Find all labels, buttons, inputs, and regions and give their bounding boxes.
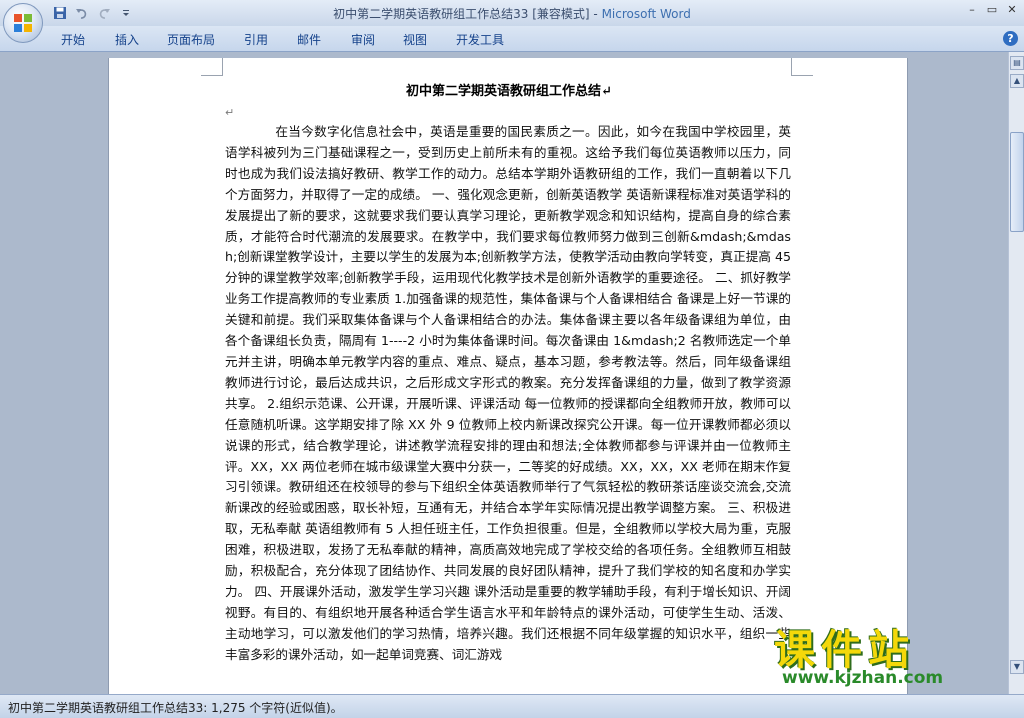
margin-corner-left (201, 58, 223, 76)
window-title: 初中第二学期英语教研组工作总结33 [兼容模式] - Microsoft Wor… (0, 5, 1024, 22)
tab-insert[interactable]: 插入 (115, 31, 139, 48)
office-logo-icon (14, 14, 32, 32)
scroll-thumb[interactable] (1010, 132, 1024, 232)
watermark-url: www.kjzhan.com (782, 668, 944, 688)
tab-page-layout[interactable]: 页面布局 (167, 31, 215, 48)
tab-home[interactable]: 开始 (61, 31, 85, 48)
window-controls: – ▭ ✕ (966, 2, 1018, 16)
tab-references[interactable]: 引用 (244, 31, 268, 48)
watermark: 课件站 www.kjzhan.com (774, 616, 1024, 694)
document-name: 初中第二学期英语教研组工作总结33 [兼容模式] - (333, 7, 602, 21)
help-icon[interactable]: ? (1003, 31, 1018, 46)
document-workspace: 初中第二学期英语教研组工作总结↵ ↵ 在当今数字化信息社会中，英语是重要的国民素… (0, 52, 1008, 694)
tab-view[interactable]: 视图 (403, 31, 427, 48)
tab-developer[interactable]: 开发工具 (456, 31, 504, 48)
tab-mailings[interactable]: 邮件 (297, 31, 321, 48)
close-button[interactable]: ✕ (1006, 2, 1018, 16)
tab-review[interactable]: 审阅 (351, 31, 375, 48)
word-count-status[interactable]: 初中第二学期英语教研组工作总结33: 1,275 个字符(近似值)。 (8, 699, 343, 716)
app-name: Microsoft Word (601, 7, 691, 21)
title-bar: 初中第二学期英语教研组工作总结33 [兼容模式] - Microsoft Wor… (0, 0, 1024, 26)
ribbon-tabs: 开始 插入 页面布局 引用 邮件 审阅 视图 开发工具 ? (0, 26, 1024, 52)
minimize-button[interactable]: – (966, 2, 978, 16)
scroll-up-icon[interactable]: ▲ (1010, 74, 1024, 88)
document-title: 初中第二学期英语教研组工作总结↵ (406, 84, 612, 99)
restore-button[interactable]: ▭ (986, 2, 998, 16)
document-body[interactable]: 在当今数字化信息社会中，英语是重要的国民素质之一。因此，如今在我国中学校园里，英… (225, 122, 791, 666)
vertical-scrollbar[interactable]: ▤ ▲ ▼ (1008, 52, 1024, 694)
watermark-title: 课件站 (774, 626, 915, 674)
office-button[interactable] (3, 3, 43, 43)
status-bar: 初中第二学期英语教研组工作总结33: 1,275 个字符(近似值)。 (0, 694, 1024, 718)
ruler-toggle-icon[interactable]: ▤ (1010, 56, 1024, 70)
document-page[interactable]: 初中第二学期英语教研组工作总结↵ ↵ 在当今数字化信息社会中，英语是重要的国民素… (108, 58, 908, 694)
margin-corner-right (791, 58, 813, 76)
paragraph-mark: ↵ (225, 106, 235, 119)
